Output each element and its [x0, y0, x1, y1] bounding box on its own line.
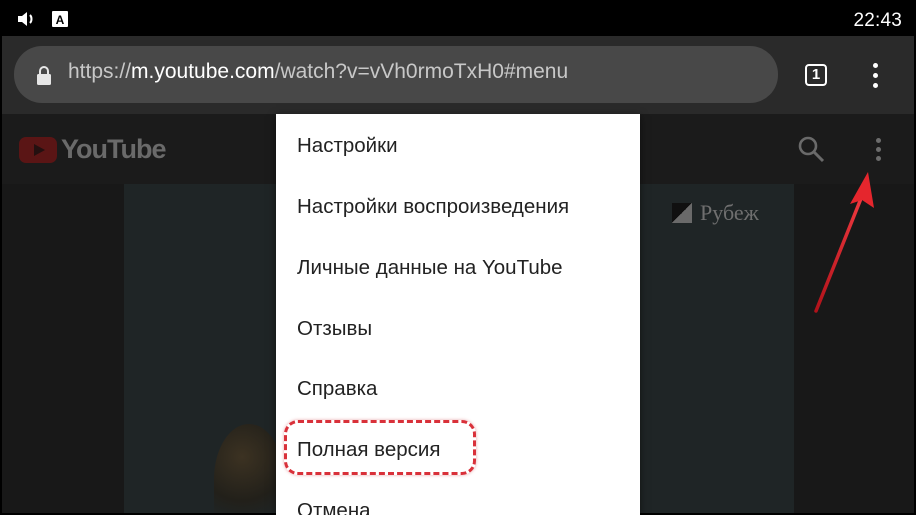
lock-icon	[36, 65, 52, 90]
youtube-logo-text: YouTube	[61, 134, 166, 164]
keyboard-a-icon: A	[52, 11, 68, 32]
youtube-more-vert-icon[interactable]	[870, 134, 886, 164]
address-bar[interactable]: https://m.youtube.com/watch?v=vVh0rmoTxH…	[14, 46, 778, 103]
menu-item-your-data[interactable]: Личные данные на YouTube	[297, 256, 563, 280]
menu-item-help[interactable]: Справка	[297, 377, 377, 401]
browser-more-vert-icon[interactable]	[865, 60, 885, 92]
menu-item-settings[interactable]: Настройки	[297, 134, 398, 158]
channel-logo-icon	[672, 203, 692, 223]
channel-watermark-text: Рубеж	[700, 200, 759, 225]
status-time: 22:43	[853, 10, 902, 31]
search-icon[interactable]	[796, 134, 826, 169]
menu-item-playback-settings[interactable]: Настройки воспроизведения	[297, 195, 569, 219]
annotation-arrow-icon	[810, 166, 880, 321]
volume-icon	[16, 10, 36, 33]
video-frame-figure	[214, 424, 284, 513]
menu-item-cancel[interactable]: Отмена	[297, 499, 371, 515]
youtube-logo[interactable]: YouTube	[19, 134, 166, 165]
youtube-play-icon	[19, 136, 57, 163]
browser-toolbar: https://m.youtube.com/watch?v=vVh0rmoTxH…	[2, 36, 914, 114]
url-host: m.youtube.com	[131, 60, 275, 83]
overflow-menu: Настройки Настройки воспроизведения Личн…	[276, 114, 640, 515]
menu-item-desktop-version[interactable]: Полная версия	[297, 438, 440, 462]
tab-switcher-icon[interactable]: 1	[805, 64, 827, 86]
url-path: /watch?v=vVh0rmoTxH0#menu	[274, 60, 569, 83]
url-text: https://m.youtube.com/watch?v=vVh0rmoTxH…	[68, 60, 568, 84]
url-scheme: https://	[68, 60, 132, 83]
menu-item-feedback[interactable]: Отзывы	[297, 317, 372, 341]
channel-watermark: Рубеж	[672, 200, 759, 226]
status-bar: A 22:43	[2, 2, 914, 36]
svg-text:A: A	[56, 13, 65, 27]
